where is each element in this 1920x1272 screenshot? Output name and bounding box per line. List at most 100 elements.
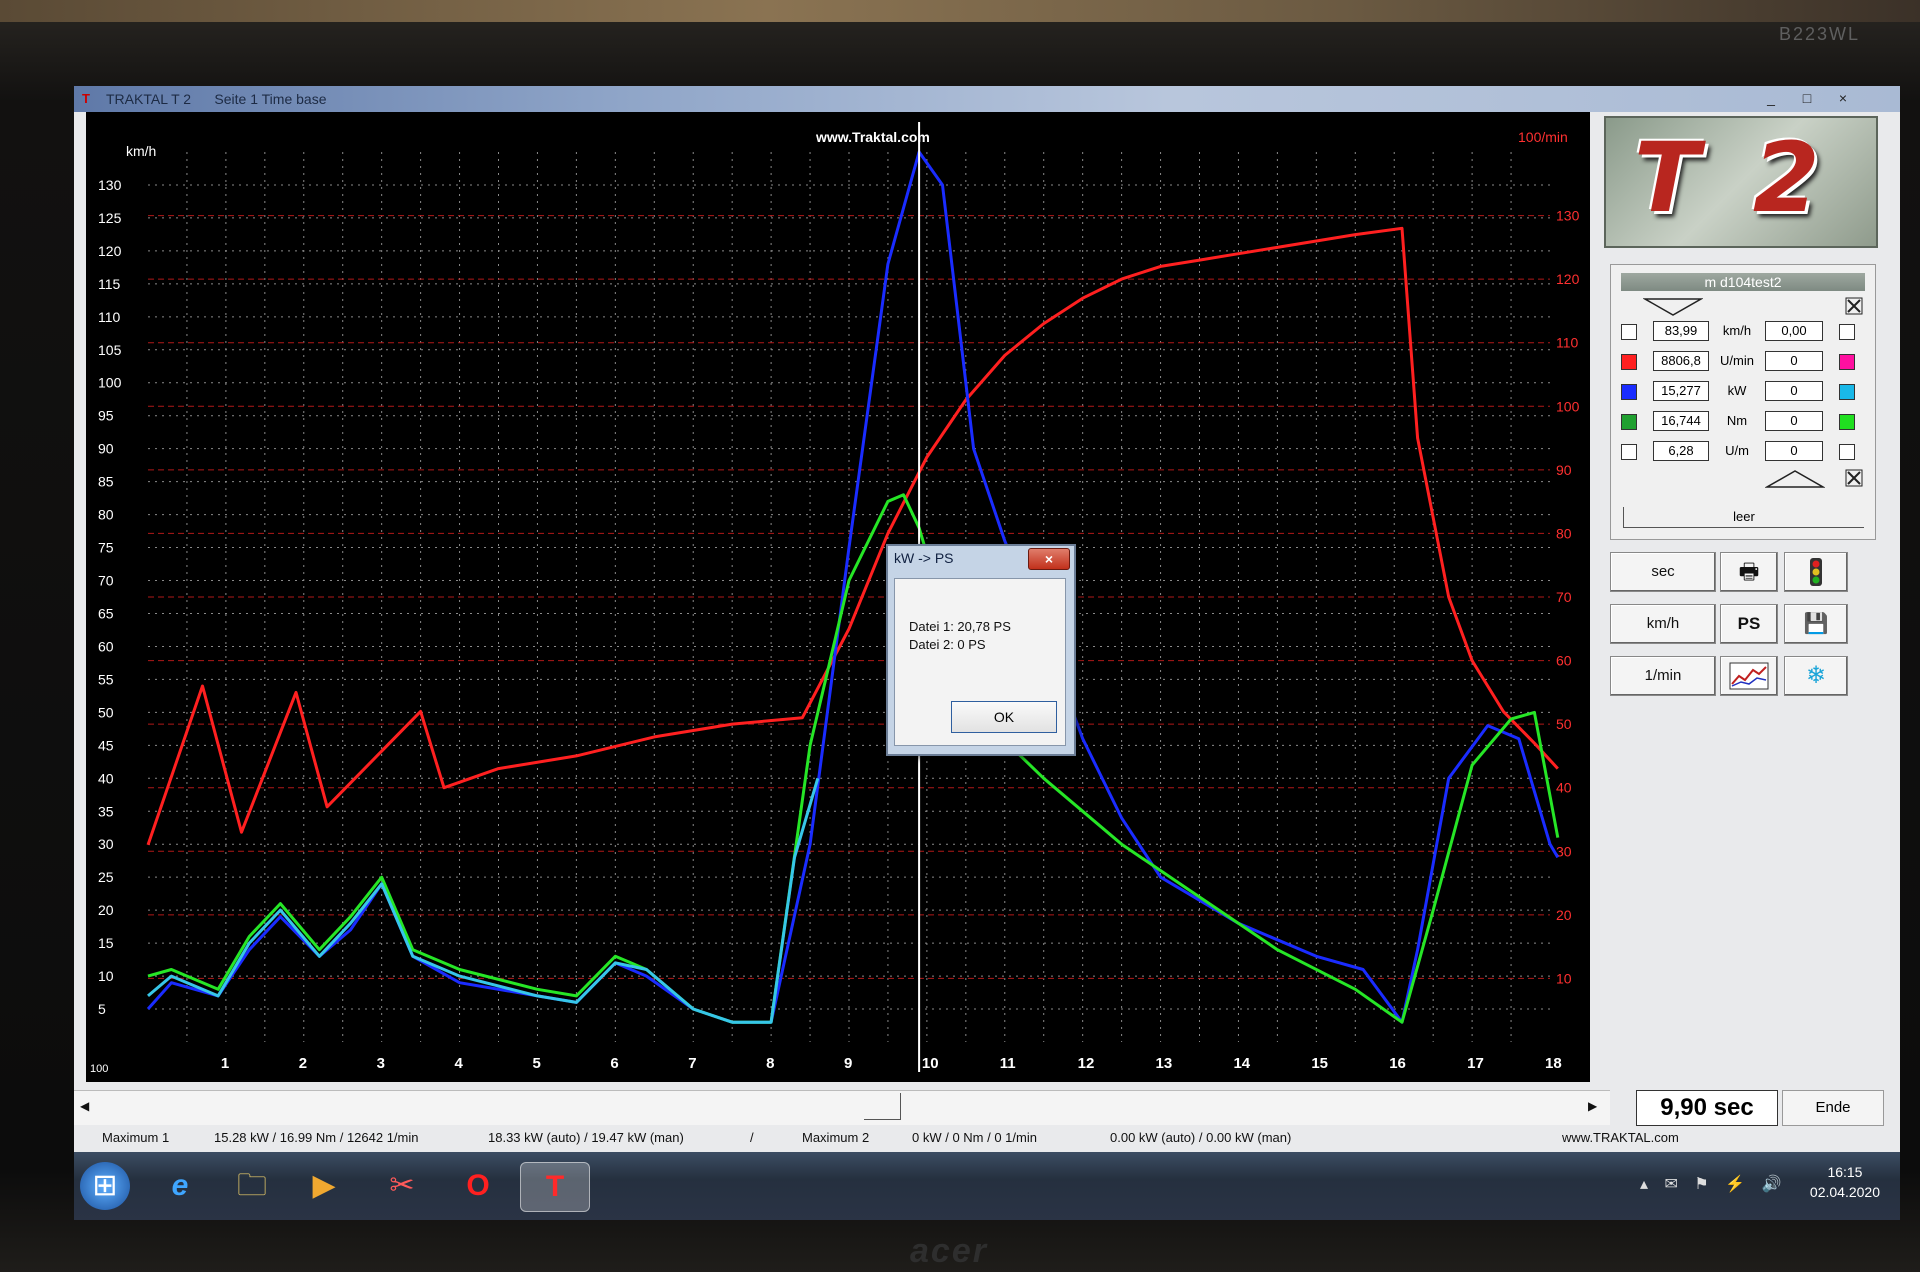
x-tick-label: 13 — [1156, 1055, 1173, 1072]
graph-button[interactable] — [1720, 656, 1778, 696]
file-name: m d104test2 — [1621, 273, 1865, 291]
y-tick-label: 20 — [98, 902, 114, 918]
x-tick-label: 7 — [688, 1055, 696, 1072]
x-tick-label: 2 — [299, 1055, 307, 1072]
ende-button[interactable]: Ende — [1782, 1090, 1884, 1126]
opera-icon[interactable]: O — [450, 1162, 506, 1210]
max1-values: 15.28 kW / 16.99 Nm / 12642 1/min — [214, 1130, 419, 1145]
y-tick-label: 35 — [98, 803, 114, 819]
close-x-icon[interactable] — [1845, 297, 1863, 315]
kw-ps-dialog: kW -> PS × Datei 1: 20,78 PS Datei 2: 0 … — [886, 544, 1076, 756]
channel-unit: km/h — [1722, 323, 1752, 338]
channel-color-swatch[interactable] — [1839, 324, 1855, 340]
channel-color-swatch[interactable] — [1839, 354, 1855, 370]
channel-value: 16,744 — [1653, 411, 1709, 431]
snipping-tool-icon[interactable]: ✂ — [374, 1162, 430, 1210]
scroll-right-icon[interactable]: ▶ — [1588, 1099, 1597, 1113]
minimize-button[interactable]: _ — [1754, 88, 1788, 108]
t2-logo: T 2 — [1604, 116, 1878, 248]
channel-value-2: 0,00 — [1765, 321, 1823, 341]
media-player-icon[interactable]: ▶ — [296, 1162, 352, 1210]
tray-icons[interactable]: ▴ ✉ ⚑ ⚡ 🔊 — [1640, 1174, 1787, 1194]
status-separator: / — [750, 1130, 754, 1145]
x-tick-label: 8 — [766, 1055, 774, 1072]
y2-tick-label: 110 — [1556, 335, 1579, 351]
channel-checkbox[interactable] — [1621, 414, 1637, 430]
y-tick-label: 40 — [98, 770, 114, 786]
ie-icon[interactable]: e — [152, 1162, 208, 1210]
snowflake-button[interactable]: ❄ — [1784, 656, 1848, 696]
channel-row: 15,277 kW 0 — [1611, 379, 1875, 405]
channel-row: 16,744 Nm 0 — [1611, 409, 1875, 435]
dialog-close-button[interactable]: × — [1028, 548, 1070, 570]
y-tick-label: 85 — [98, 474, 114, 490]
print-button[interactable]: 🖶 — [1720, 552, 1778, 592]
y2-tick-label: 10 — [1556, 970, 1572, 986]
save-button[interactable]: 💾 — [1784, 604, 1848, 644]
dialog-file2: Datei 2: 0 PS — [909, 637, 986, 652]
expand-triangle-icon[interactable] — [1765, 469, 1825, 489]
y-tick-label: 75 — [98, 540, 114, 556]
channel-checkbox[interactable] — [1621, 384, 1637, 400]
clock[interactable]: 16:15 02.04.2020 — [1810, 1162, 1880, 1202]
y2-tick-label: 80 — [1556, 525, 1572, 541]
channel-checkbox[interactable] — [1621, 324, 1637, 340]
dialog-body: Datei 1: 20,78 PS Datei 2: 0 PS OK — [894, 578, 1066, 746]
y2-tick-label: 90 — [1556, 462, 1572, 478]
y-tick-label: 105 — [98, 342, 122, 358]
y-tick-label: 15 — [98, 935, 114, 951]
traffic-light-button[interactable] — [1784, 552, 1848, 592]
dialog-title: kW -> PS — [894, 550, 954, 566]
series-line-umin — [146, 226, 1559, 846]
y-tick-label: 95 — [98, 408, 114, 424]
collapse-triangle-icon[interactable] — [1643, 297, 1703, 317]
scroll-thumb[interactable] — [864, 1093, 901, 1120]
close-button[interactable]: × — [1826, 88, 1860, 108]
leer-field[interactable]: leer — [1623, 507, 1864, 528]
right-unit-label: 100/min — [1518, 129, 1568, 145]
windows-start-icon[interactable]: ⊞ — [80, 1162, 130, 1210]
x-tick-label: 15 — [1311, 1055, 1328, 1072]
close-x-icon-2[interactable] — [1845, 469, 1863, 487]
y-tick-label: 100 — [98, 375, 122, 391]
channel-panel: m d104test2 83,99 km/h 0,00 8806,8 U/min 0 15,… — [1610, 264, 1876, 540]
traktal-icon[interactable]: T — [520, 1162, 590, 1212]
y-tick-label: 125 — [98, 210, 122, 226]
y-tick-label: 30 — [98, 836, 114, 852]
y-tick-label: 120 — [98, 243, 122, 259]
rpm-button[interactable]: 1/min — [1610, 656, 1716, 696]
channel-unit: kW — [1727, 383, 1747, 398]
horizontal-scrollbar[interactable]: ◀ ▶ — [74, 1090, 1610, 1125]
channel-color-swatch[interactable] — [1839, 384, 1855, 400]
scroll-left-icon[interactable]: ◀ — [80, 1099, 89, 1113]
y2-tick-label: 70 — [1556, 589, 1572, 605]
website-link[interactable]: www.TRAKTAL.com — [1562, 1130, 1679, 1145]
sec-button[interactable]: sec — [1610, 552, 1716, 592]
channel-row: 8806,8 U/min 0 — [1611, 349, 1875, 375]
x-tick-label: 11 — [1000, 1055, 1016, 1072]
status-bar: Maximum 1 15.28 kW / 16.99 Nm / 12642 1/… — [74, 1126, 1900, 1148]
channel-checkbox[interactable] — [1621, 444, 1637, 460]
y-tick-label: 130 — [98, 177, 122, 193]
y-tick-label: 70 — [98, 573, 114, 589]
ps-button[interactable]: PS — [1720, 604, 1778, 644]
watermark: www.Traktal.com — [815, 129, 930, 145]
max1-auto: 18.33 kW (auto) / 19.47 kW (man) — [488, 1130, 684, 1145]
y2-tick-label: 100 — [1556, 398, 1580, 414]
chart-area: 130 125 120 115 110 105 100 95 90 85 80 75 70 65 60 55 5… — [86, 112, 1590, 1082]
explorer-icon[interactable]: 🗀 — [224, 1162, 280, 1210]
y2-tick-label: 120 — [1556, 271, 1580, 287]
monitor-brand: acer — [910, 1232, 988, 1270]
printer-icon: 🖶 — [1738, 559, 1760, 584]
channel-value-2: 0 — [1765, 411, 1823, 431]
channel-row: 6,28 U/m 0 — [1611, 439, 1875, 465]
y-tick-label: 90 — [98, 441, 114, 457]
x-tick-label: 5 — [532, 1055, 540, 1072]
channel-color-swatch[interactable] — [1839, 444, 1855, 460]
y2-tick-label: 130 — [1556, 208, 1580, 224]
maximize-button[interactable]: □ — [1790, 88, 1824, 108]
kmh-button[interactable]: km/h — [1610, 604, 1716, 644]
channel-checkbox[interactable] — [1621, 354, 1637, 370]
channel-color-swatch[interactable] — [1839, 414, 1855, 430]
dialog-ok-button[interactable]: OK — [951, 701, 1057, 733]
